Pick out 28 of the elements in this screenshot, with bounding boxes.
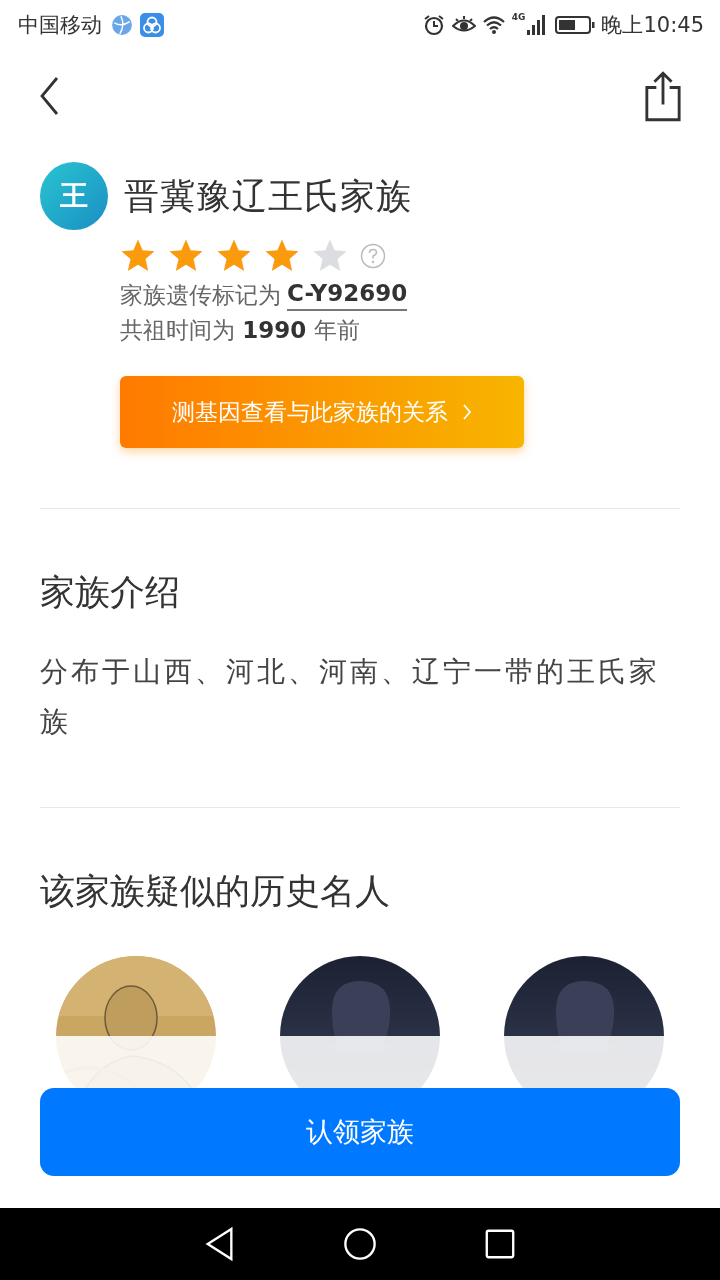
wifi-icon [481, 14, 506, 36]
star-icon [216, 238, 252, 274]
back-icon[interactable] [38, 76, 60, 116]
section-title: 家族介绍 [40, 571, 181, 614]
star-icon [120, 238, 156, 274]
star-icon [168, 238, 204, 274]
family-avatar: 王 [40, 162, 108, 230]
marker-link[interactable]: C-Y92690 [287, 280, 408, 311]
star-icon [312, 238, 348, 274]
carrier-name: 中国移动 [18, 12, 102, 39]
gene-test-button[interactable]: 测基因查看与此家族的关系 [120, 376, 524, 448]
intro-text: 分布于山西、河北、河南、辽宁一带的王氏家族 [40, 654, 661, 740]
battery-icon [555, 15, 596, 35]
home-nav-icon[interactable] [343, 1227, 377, 1261]
star-icon [264, 238, 300, 274]
ancestor-time: 共祖时间为 1990 年前 [120, 316, 361, 345]
chevron-icon [462, 403, 472, 421]
globe-icon [110, 14, 134, 36]
share-icon[interactable] [644, 70, 682, 122]
claim-family-button[interactable]: 认领家族 [40, 1088, 680, 1176]
recents-nav-icon[interactable] [483, 1227, 517, 1261]
family-name: 晋冀豫辽王氏家族 [124, 174, 412, 218]
signal-icon [527, 15, 546, 35]
app-icon [140, 13, 164, 37]
network-type: 4G [511, 12, 526, 22]
section-title: 该家族疑似的历史名人 [40, 870, 391, 913]
marker-label: 家族遗传标记为 [120, 281, 281, 310]
clock-time: 晚上10:45 [601, 12, 704, 39]
